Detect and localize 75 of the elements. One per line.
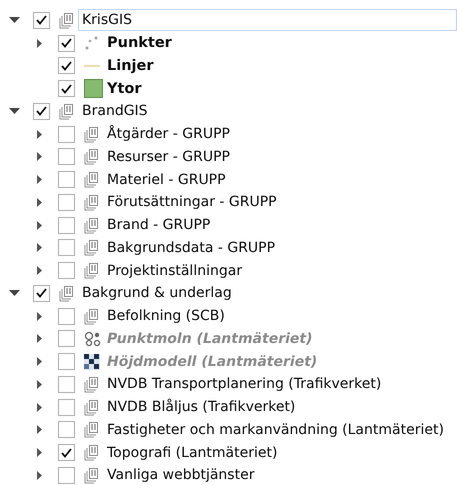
- checkbox[interactable]: [58, 262, 75, 280]
- checkbox[interactable]: [58, 216, 75, 234]
- polygon-icon: [84, 79, 103, 98]
- pointcloud-icon: [84, 330, 101, 347]
- layers-icon: [84, 376, 100, 393]
- layers-icon: [84, 262, 100, 280]
- collapse-arrow-icon[interactable]: [8, 108, 20, 114]
- layers-icon: [59, 12, 75, 29]
- checkbox[interactable]: [58, 34, 75, 52]
- layer-name[interactable]: Linjer: [103, 54, 158, 77]
- expand-arrow-icon[interactable]: [36, 380, 42, 389]
- checkbox[interactable]: [33, 12, 50, 29]
- layer-name[interactable]: Vanliga webbtjänster: [103, 464, 258, 485]
- layer-name[interactable]: NVDB Blåljus (Trafikverket): [103, 396, 300, 418]
- checkbox[interactable]: [58, 444, 75, 462]
- layers-icon: [84, 444, 100, 462]
- expand-arrow-icon[interactable]: [36, 243, 42, 252]
- layer-name[interactable]: KrisGIS: [78, 9, 457, 32]
- checkbox[interactable]: [58, 376, 75, 393]
- checkbox[interactable]: [58, 308, 75, 325]
- expand-arrow-icon[interactable]: [36, 448, 42, 458]
- expand-arrow-icon[interactable]: [36, 152, 42, 162]
- layer-name[interactable]: Punkter: [103, 32, 176, 54]
- expand-arrow-icon[interactable]: [36, 425, 42, 434]
- layer-name[interactable]: Projektinställningar: [103, 260, 246, 282]
- expand-arrow-icon[interactable]: [36, 220, 42, 230]
- layers-icon: [84, 239, 100, 256]
- layers-icon: [84, 194, 100, 211]
- layer-name[interactable]: BrandGIS: [78, 100, 152, 122]
- expand-arrow-icon[interactable]: [36, 402, 42, 412]
- layer-name[interactable]: Fastigheter och markanvändning (Lantmäteriet): [103, 418, 448, 441]
- layer-name[interactable]: Brand - GRUPP: [103, 214, 214, 236]
- layers-icon: [84, 148, 100, 166]
- checkbox[interactable]: [58, 57, 75, 74]
- layers-icon: [84, 466, 100, 484]
- checkbox[interactable]: [33, 284, 50, 302]
- layer-name[interactable]: Befolkning (SCB): [103, 305, 229, 328]
- layer-name[interactable]: Förutsättningar - GRUPP: [103, 191, 281, 214]
- layer-name[interactable]: Bakgrund & underlag: [78, 282, 236, 304]
- checkbox[interactable]: [58, 421, 75, 438]
- layers-icon: [84, 216, 100, 234]
- layers-icon: [59, 102, 75, 120]
- layer-name[interactable]: Materiel - GRUPP: [103, 168, 230, 191]
- layers-icon: [84, 171, 100, 188]
- expand-arrow-icon[interactable]: [36, 312, 42, 321]
- checkbox[interactable]: [58, 398, 75, 416]
- checkbox[interactable]: [58, 80, 75, 98]
- checkbox[interactable]: [58, 239, 75, 256]
- layers-icon: [84, 308, 100, 325]
- collapse-arrow-icon[interactable]: [8, 290, 20, 296]
- expand-arrow-icon[interactable]: [36, 38, 42, 48]
- layer-name[interactable]: Bakgrundsdata - GRUPP: [103, 236, 280, 259]
- checkbox[interactable]: [58, 126, 75, 143]
- checkbox[interactable]: [58, 171, 75, 188]
- expand-arrow-icon[interactable]: [36, 470, 42, 480]
- layer-name[interactable]: Topografi (Lantmäteriet): [103, 442, 282, 464]
- collapse-arrow-icon[interactable]: [8, 17, 20, 24]
- layers-icon: [59, 284, 75, 302]
- points-icon: [84, 35, 100, 52]
- layers-icon: [84, 126, 100, 143]
- expand-arrow-icon[interactable]: [36, 175, 42, 184]
- layer-name[interactable]: Resurser - GRUPP: [103, 146, 234, 168]
- expand-arrow-icon[interactable]: [36, 266, 42, 276]
- checkbox[interactable]: [58, 194, 75, 211]
- layer-name[interactable]: Åtgärder - GRUPP: [103, 123, 234, 146]
- expand-arrow-icon[interactable]: [36, 130, 42, 139]
- layers-icon: [84, 421, 100, 438]
- checkbox[interactable]: [58, 148, 75, 166]
- checkbox[interactable]: [33, 102, 50, 120]
- raster-icon: [84, 354, 100, 370]
- expand-arrow-icon[interactable]: [36, 198, 42, 207]
- layer-name[interactable]: Ytor: [103, 78, 146, 100]
- layers-icon: [84, 398, 100, 416]
- layer-name[interactable]: NVDB Transportplanering (Trafikverket): [103, 373, 386, 396]
- checkbox[interactable]: [58, 466, 75, 484]
